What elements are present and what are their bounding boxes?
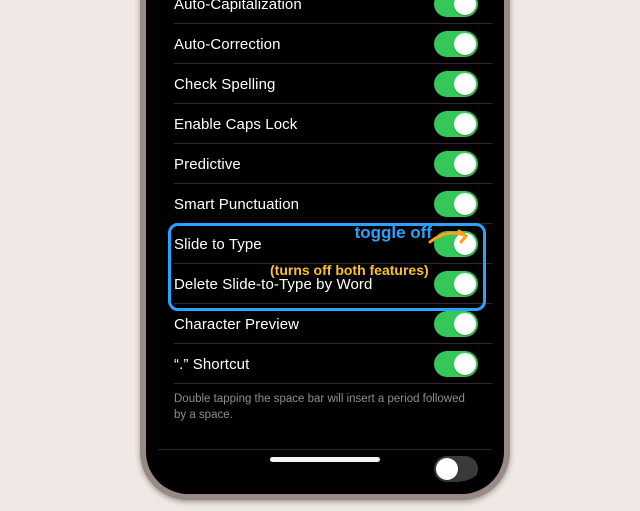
- label-delete-slide-to-type-by-word: Delete Slide-to-Type by Word: [174, 276, 372, 293]
- toggle-auto-capitalization[interactable]: [434, 0, 478, 17]
- row-partial: [158, 449, 492, 482]
- toggle-enable-caps-lock[interactable]: [434, 111, 478, 137]
- toggle-delete-slide-to-type-by-word[interactable]: [434, 271, 478, 297]
- annotation-title: toggle off: [355, 223, 432, 243]
- row-predictive: Predictive: [158, 144, 492, 184]
- toggle-smart-punctuation[interactable]: [434, 191, 478, 217]
- row-character-preview: Character Preview: [158, 304, 492, 344]
- row-enable-caps-lock: Enable Caps Lock: [158, 104, 492, 144]
- row-auto-correction: Auto-Correction: [158, 24, 492, 64]
- section-footer: Double tapping the space bar will insert…: [158, 384, 492, 443]
- row-slide-to-type: Slide to Type: [158, 224, 492, 264]
- home-indicator[interactable]: [270, 457, 380, 462]
- row-check-spelling: Check Spelling: [158, 64, 492, 104]
- label-auto-correction: Auto-Correction: [174, 36, 281, 53]
- toggle-slide-to-type[interactable]: [434, 231, 478, 257]
- toggle-period-shortcut[interactable]: [434, 351, 478, 377]
- toggle-auto-correction[interactable]: [434, 31, 478, 57]
- label-slide-to-type: Slide to Type: [174, 236, 262, 253]
- row-auto-capitalization: Auto-Capitalization: [158, 0, 492, 24]
- screen: Auto-Capitalization Auto-Correction Chec…: [158, 0, 492, 482]
- stage: Auto-Capitalization Auto-Correction Chec…: [0, 0, 640, 511]
- toggle-check-spelling[interactable]: [434, 71, 478, 97]
- label-auto-capitalization: Auto-Capitalization: [174, 0, 302, 13]
- row-period-shortcut: “.” Shortcut: [158, 344, 492, 384]
- annotation-subtitle: (turns off both features): [270, 262, 429, 278]
- iphone-frame: Auto-Capitalization Auto-Correction Chec…: [140, 0, 510, 500]
- toggle-predictive[interactable]: [434, 151, 478, 177]
- toggle-character-preview[interactable]: [434, 311, 478, 337]
- label-predictive: Predictive: [174, 156, 241, 173]
- label-check-spelling: Check Spelling: [174, 76, 275, 93]
- row-smart-punctuation: Smart Punctuation: [158, 184, 492, 224]
- toggle-partial[interactable]: [434, 456, 478, 482]
- label-character-preview: Character Preview: [174, 316, 299, 333]
- label-smart-punctuation: Smart Punctuation: [174, 196, 299, 213]
- label-enable-caps-lock: Enable Caps Lock: [174, 116, 297, 133]
- label-period-shortcut: “.” Shortcut: [174, 356, 249, 373]
- keyboard-settings-list: Auto-Capitalization Auto-Correction Chec…: [158, 0, 492, 482]
